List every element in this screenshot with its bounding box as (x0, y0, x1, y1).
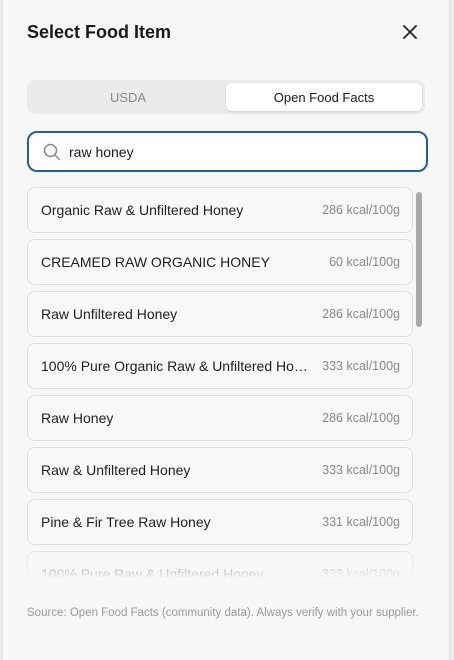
close-button[interactable] (399, 21, 421, 43)
food-name: CREAMED RAW ORGANIC HONEY (41, 254, 270, 270)
food-kcal: 286 kcal/100g (322, 411, 400, 425)
food-result-item[interactable]: CREAMED RAW ORGANIC HONEY 60 kcal/100g (27, 239, 413, 285)
food-kcal: 333 kcal/100g (322, 567, 400, 577)
food-result-item[interactable]: Raw & Unfiltered Honey 333 kcal/100g (27, 447, 413, 493)
food-kcal: 333 kcal/100g (322, 463, 400, 477)
food-kcal: 333 kcal/100g (322, 359, 400, 373)
food-name: 100% Pure Organic Raw & Unfiltered Honey (41, 358, 311, 374)
close-icon (403, 25, 417, 39)
food-result-item[interactable]: Organic Raw & Unfiltered Honey 286 kcal/1… (27, 187, 413, 233)
tab-usda[interactable]: USDA (30, 83, 226, 111)
results-scrollbar[interactable] (416, 192, 422, 327)
food-name: Raw & Unfiltered Honey (41, 462, 191, 478)
search-input[interactable] (69, 143, 369, 160)
food-result-item[interactable]: 100% Pure Raw & Unfiltered Honey 333 kcal… (27, 551, 413, 577)
source-note: Source: Open Food Facts (community data)… (27, 607, 419, 619)
food-kcal: 286 kcal/100g (322, 307, 400, 321)
food-name: Pine & Fir Tree Raw Honey (41, 514, 211, 530)
food-result-item[interactable]: Raw Unfiltered Honey 286 kcal/100g (27, 291, 413, 337)
select-food-dialog: Select Food Item USDA Open Food Facts Or… (2, 0, 450, 660)
food-result-item[interactable]: 100% Pure Organic Raw & Unfiltered Honey… (27, 343, 413, 389)
search-box[interactable] (27, 131, 428, 172)
food-kcal: 286 kcal/100g (322, 203, 400, 217)
results-list[interactable]: Organic Raw & Unfiltered Honey 286 kcal/1… (27, 187, 413, 577)
food-name: 100% Pure Raw & Unfiltered Honey (41, 566, 264, 577)
food-kcal: 60 kcal/100g (329, 255, 400, 269)
food-name: Organic Raw & Unfiltered Honey (41, 202, 244, 218)
search-icon (43, 143, 61, 160)
source-tabs: USDA Open Food Facts (27, 80, 425, 114)
food-result-item[interactable]: Pine & Fir Tree Raw Honey 331 kcal/100g (27, 499, 413, 545)
tab-open-food-facts[interactable]: Open Food Facts (226, 83, 422, 111)
dialog-title: Select Food Item (27, 22, 172, 42)
food-name: Raw Honey (41, 410, 114, 426)
food-name: Raw Unfiltered Honey (41, 306, 178, 322)
food-kcal: 331 kcal/100g (322, 515, 400, 529)
food-result-item[interactable]: Raw Honey 286 kcal/100g (27, 395, 413, 441)
